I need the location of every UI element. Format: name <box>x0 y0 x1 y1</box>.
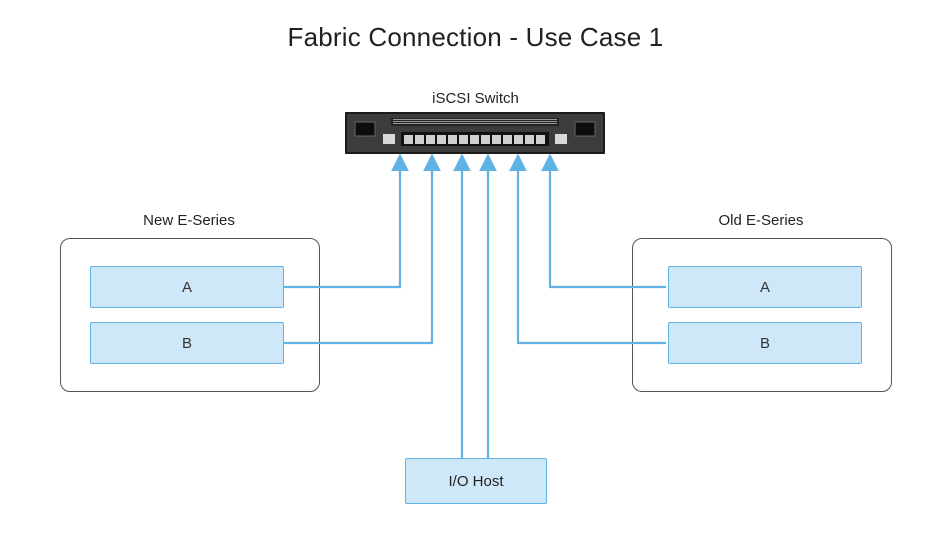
old-eseries-controller-b: B <box>668 322 862 364</box>
io-host-node: I/O Host <box>405 458 547 504</box>
new-eseries-box <box>60 238 320 392</box>
new-eseries-title: New E-Series <box>60 212 318 229</box>
switch-label: iSCSI Switch <box>0 90 951 107</box>
old-eseries-controller-a: A <box>668 266 862 308</box>
old-eseries-box <box>632 238 892 392</box>
diagram-canvas: Fabric Connection - Use Case 1 iSCSI Swi… <box>0 0 951 541</box>
diagram-title: Fabric Connection - Use Case 1 <box>0 22 951 53</box>
new-eseries-controller-a: A <box>90 266 284 308</box>
old-eseries-title: Old E-Series <box>632 212 890 229</box>
iscsi-switch-icon <box>345 112 605 154</box>
new-eseries-controller-b: B <box>90 322 284 364</box>
